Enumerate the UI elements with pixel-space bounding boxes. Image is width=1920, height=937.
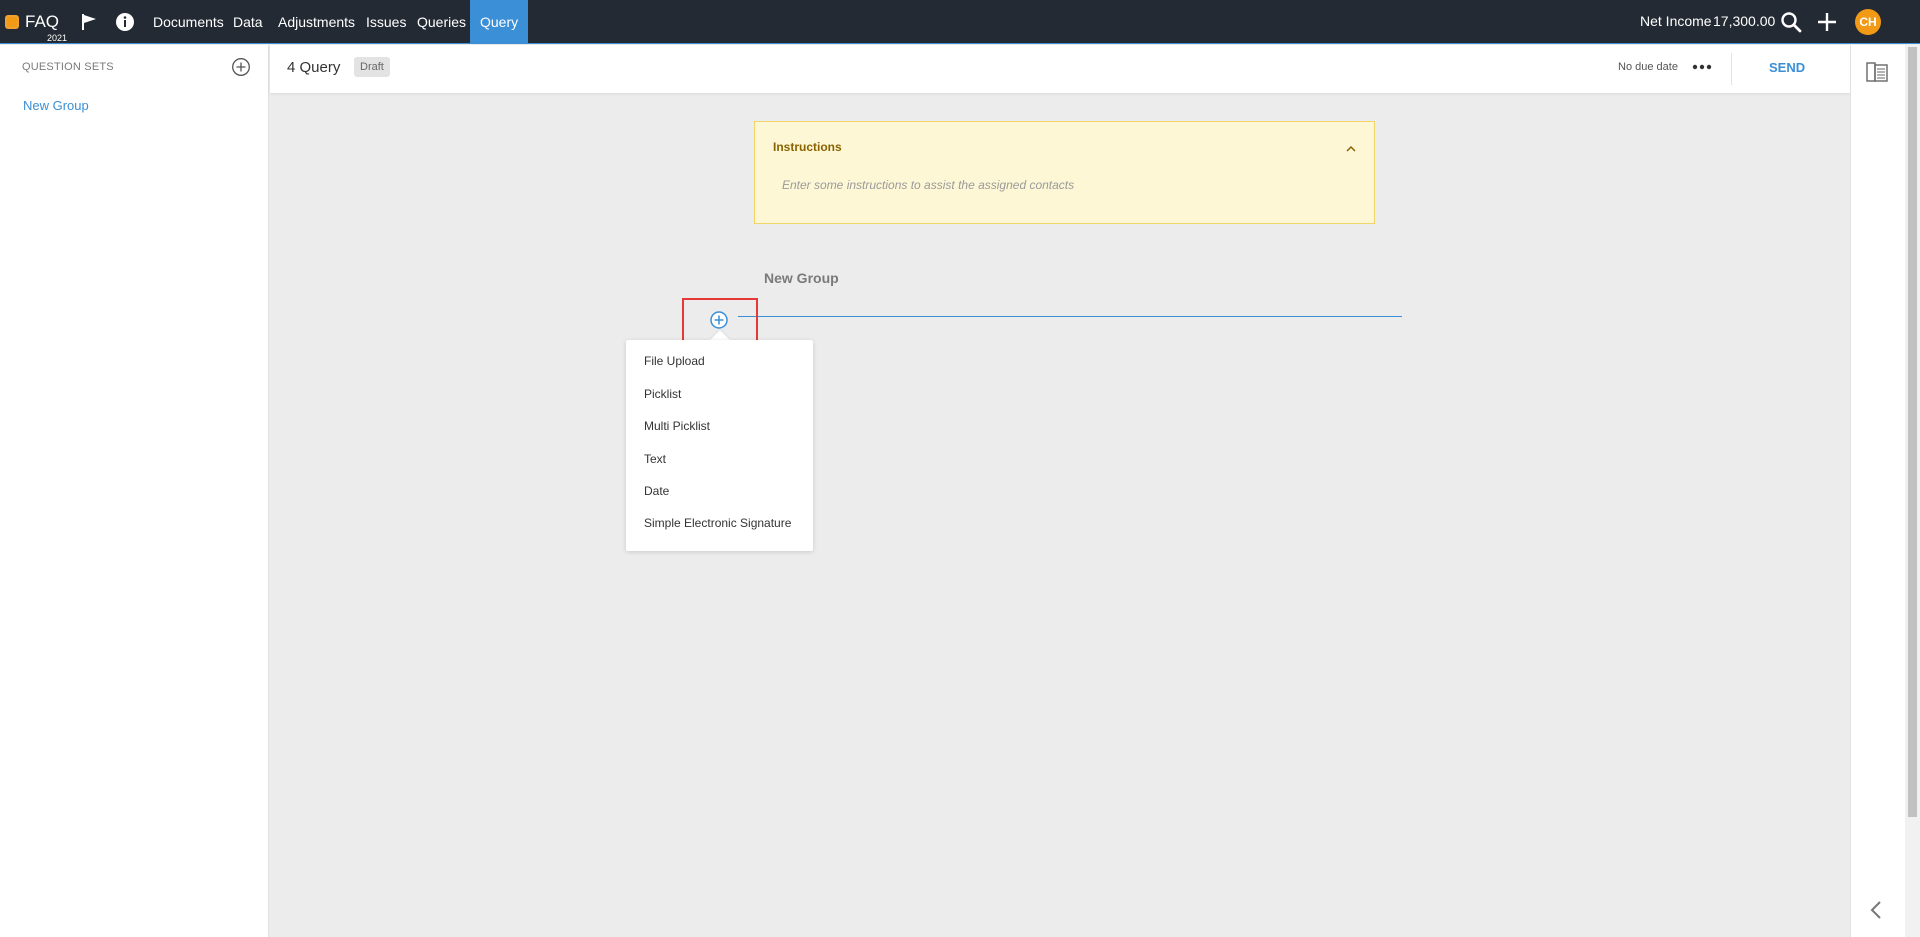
add-question-set-icon[interactable] <box>231 57 251 77</box>
panel-icon[interactable] <box>1865 60 1889 84</box>
menu-item-date[interactable]: Date <box>644 484 669 498</box>
nav-adjustments[interactable]: Adjustments <box>268 0 365 44</box>
scrollbar[interactable] <box>1905 45 1920 937</box>
chevron-left-icon[interactable] <box>1867 898 1885 922</box>
sidebar-title: QUESTION SETS <box>22 61 114 73</box>
add-question-icon[interactable] <box>709 310 729 330</box>
menu-item-multi-picklist[interactable]: Multi Picklist <box>644 419 710 433</box>
top-navbar: FAQ 2021 Documents Data Adjustments Issu… <box>0 0 1920 44</box>
menu-item-text[interactable]: Text <box>644 452 666 466</box>
query-header: 4 Query Draft No due date SEND <box>270 45 1850 93</box>
app-brand[interactable]: FAQ 2021 <box>3 8 67 44</box>
menu-item-picklist[interactable]: Picklist <box>644 387 681 401</box>
net-income-label: Net Income <box>1640 13 1712 29</box>
nav-documents[interactable]: Documents <box>143 0 234 44</box>
menu-item-file-upload[interactable]: File Upload <box>644 354 705 368</box>
due-date[interactable]: No due date <box>1618 61 1678 73</box>
instructions-title: Instructions <box>773 140 842 154</box>
chevron-up-icon[interactable] <box>1344 142 1358 156</box>
more-options-icon[interactable] <box>1691 59 1713 75</box>
menu-item-simple-electronic-signature[interactable]: Simple Electronic Signature <box>644 516 791 530</box>
right-rail <box>1850 45 1905 937</box>
scrollbar-thumb[interactable] <box>1908 47 1917 817</box>
instructions-panel: Instructions Enter some instructions to … <box>754 121 1375 224</box>
app-logo-icon <box>5 15 19 29</box>
nav-queries[interactable]: Queries <box>407 0 476 44</box>
app-year: 2021 <box>47 33 68 43</box>
sidebar-item-new-group[interactable]: New Group <box>23 98 89 113</box>
add-icon[interactable] <box>1816 11 1838 33</box>
user-avatar[interactable]: CH <box>1855 9 1881 35</box>
group-title[interactable]: New Group <box>764 270 839 286</box>
group-divider <box>738 316 1402 317</box>
question-sets-sidebar: QUESTION SETS New Group <box>0 45 269 937</box>
send-button[interactable]: SEND <box>1769 60 1805 75</box>
nav-data[interactable]: Data <box>223 0 273 44</box>
app-name: FAQ <box>25 12 60 31</box>
net-income-value: 17,300.00 <box>1713 13 1776 29</box>
info-icon[interactable] <box>114 11 136 33</box>
search-icon[interactable] <box>1780 11 1802 33</box>
page-title: 4 Query <box>287 59 341 76</box>
header-divider <box>1731 53 1732 85</box>
nav-query[interactable]: Query <box>470 0 529 44</box>
question-type-menu: File Upload Picklist Multi Picklist Text… <box>626 340 813 551</box>
instructions-input[interactable]: Enter some instructions to assist the as… <box>782 178 1074 192</box>
status-badge: Draft <box>354 57 390 77</box>
flag-icon[interactable] <box>79 11 101 33</box>
